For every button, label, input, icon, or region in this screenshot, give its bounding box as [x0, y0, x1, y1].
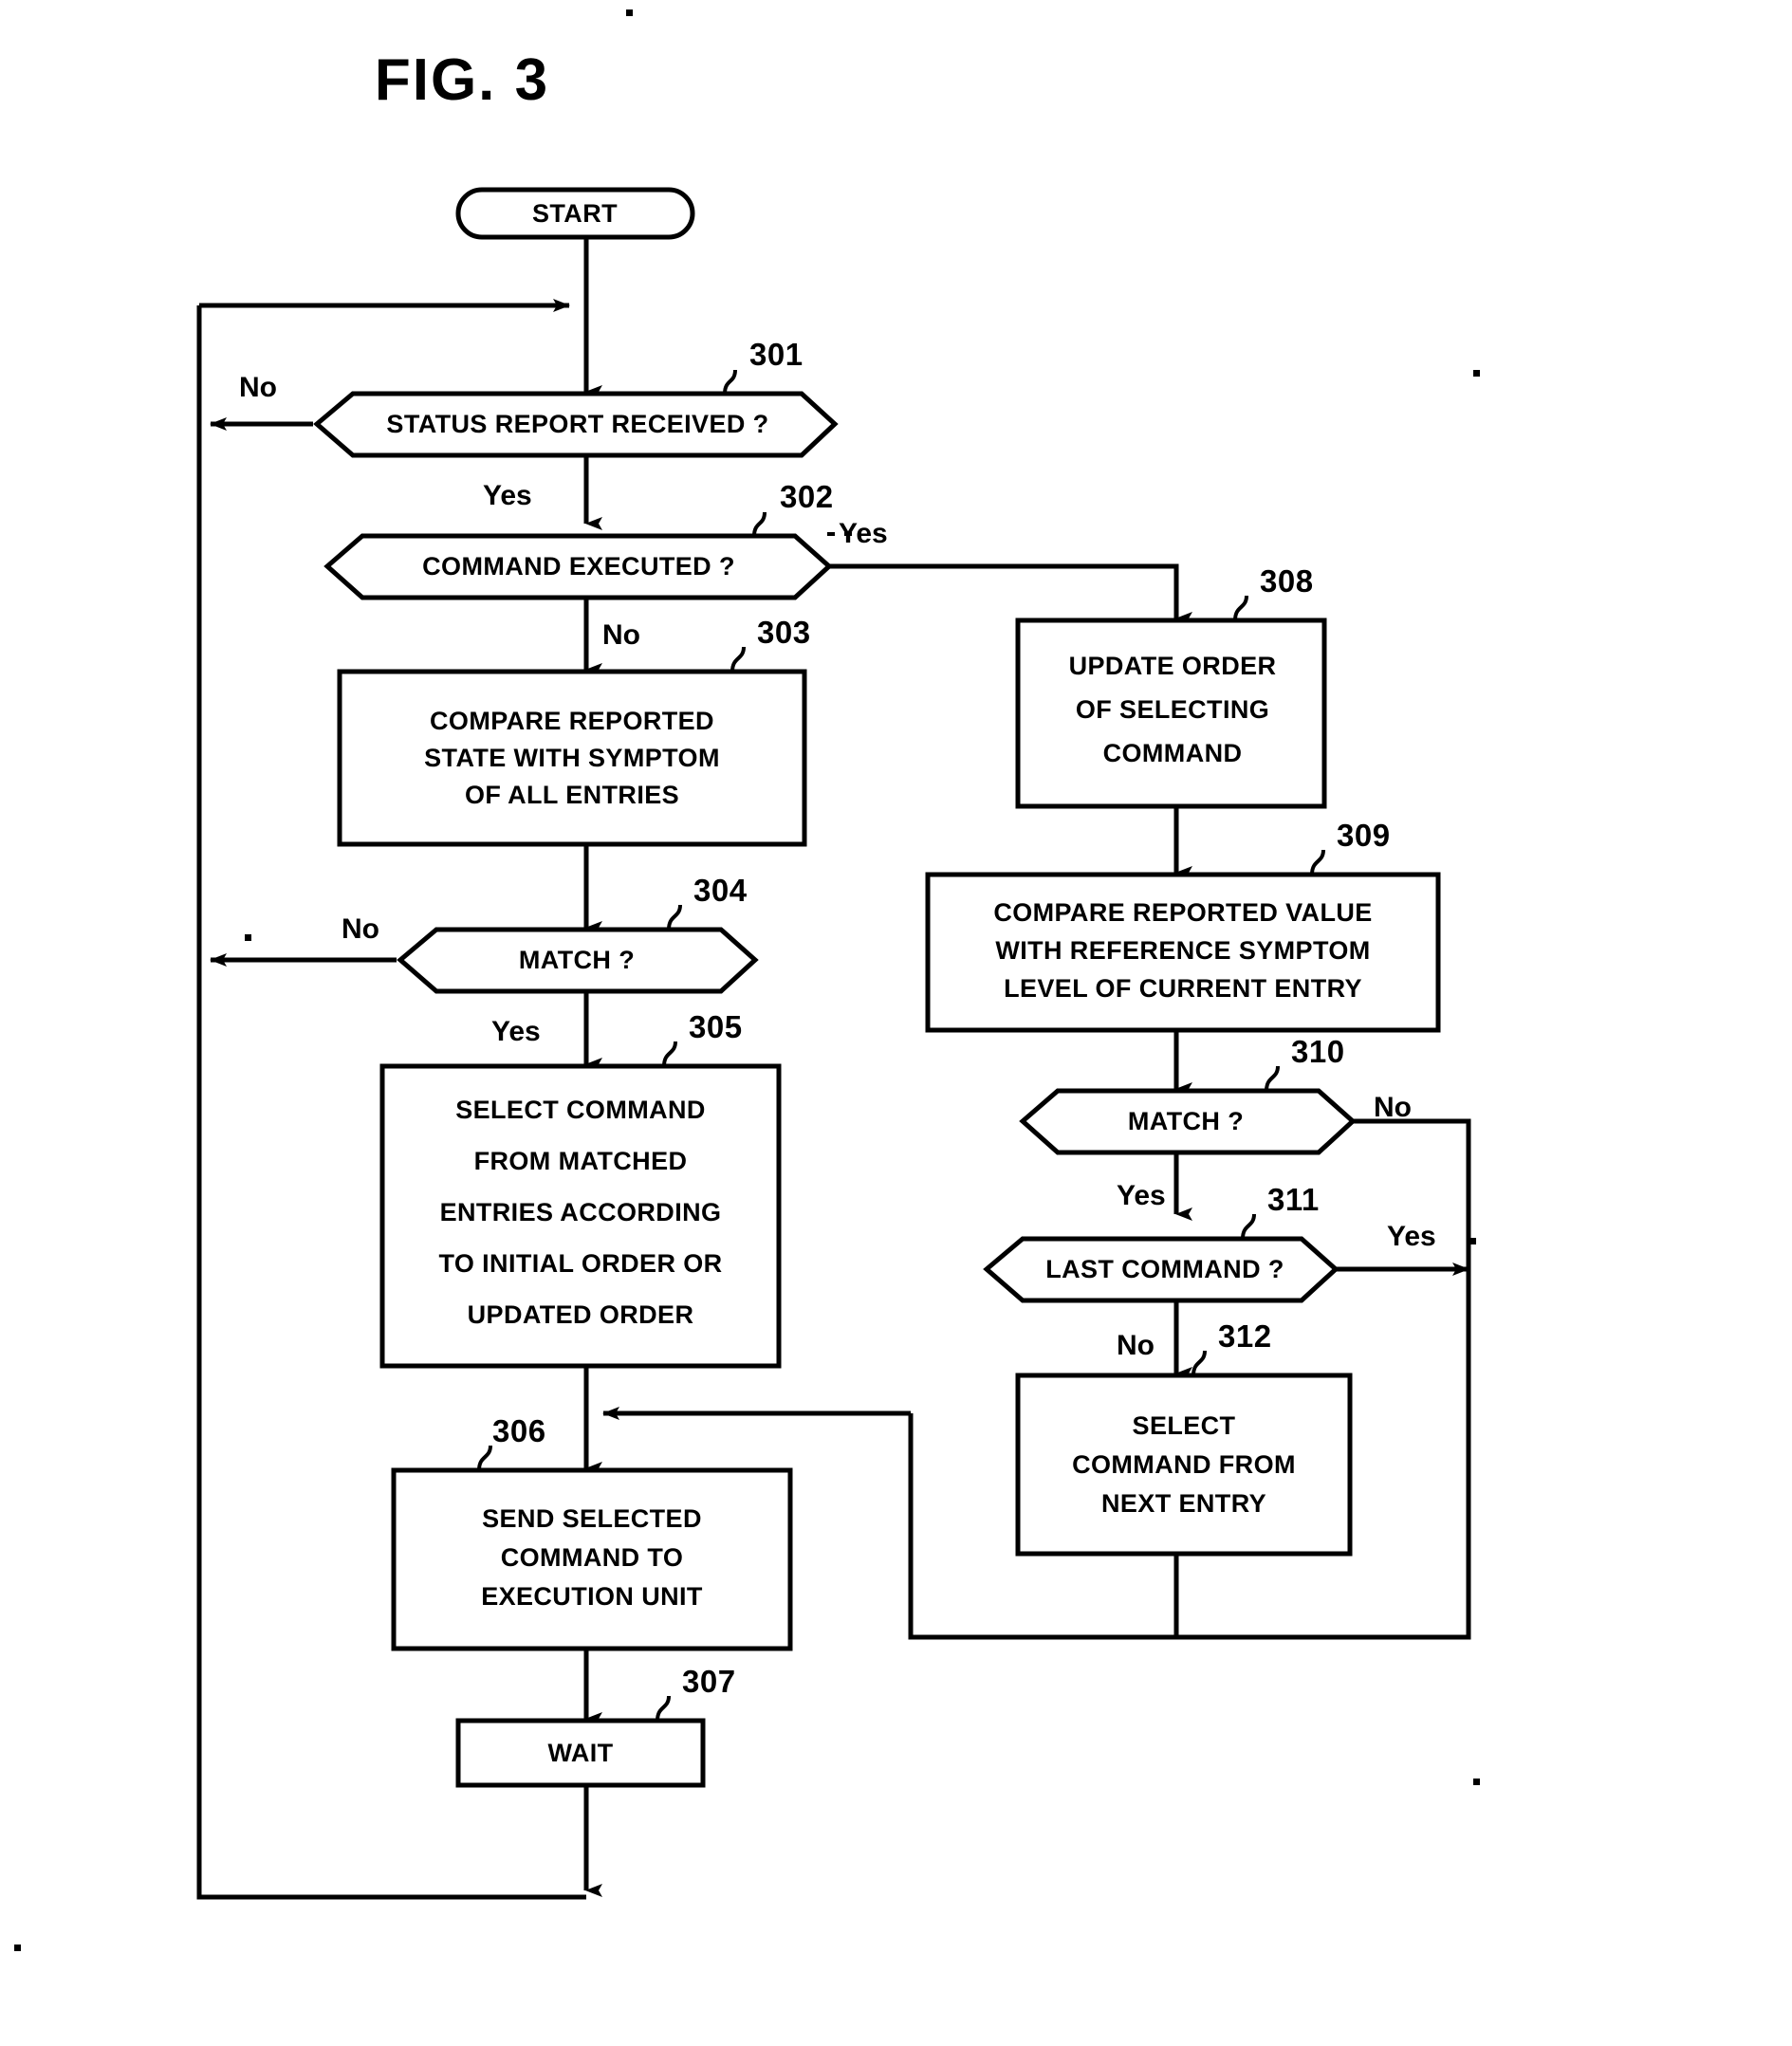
- node-308[interactable]: UPDATE ORDER OF SELECTING COMMAND: [1015, 617, 1327, 809]
- edge-label-304-no: No: [342, 913, 379, 945]
- node-305[interactable]: SELECT COMMAND FROM MATCHED ENTRIES ACCO…: [379, 1063, 782, 1369]
- n307-label: WAIT: [547, 1739, 613, 1767]
- start-label: START: [532, 199, 618, 228]
- n310-label: MATCH ?: [1128, 1107, 1244, 1135]
- n312-line-2: COMMAND FROM: [1072, 1450, 1296, 1479]
- edge-label-301-no: No: [239, 372, 277, 403]
- edge-label-311-yes: Yes: [1387, 1221, 1436, 1252]
- n303-line-1: COMPARE REPORTED: [430, 707, 714, 735]
- n302-label: COMMAND EXECUTED ?: [422, 552, 735, 581]
- node-303[interactable]: COMPARE REPORTED STATE WITH SYMPTOM OF A…: [337, 669, 807, 847]
- figure-title: FIG. 3: [375, 47, 549, 113]
- ref-312: 312: [1218, 1318, 1272, 1354]
- ref-307: 307: [682, 1664, 736, 1699]
- ref-303: 303: [757, 615, 811, 650]
- scan-speck: [626, 9, 633, 16]
- ref-308: 308: [1260, 563, 1314, 599]
- n305-line-5: UPDATED ORDER: [468, 1300, 694, 1329]
- n305-line-1: SELECT COMMAND: [455, 1096, 706, 1124]
- n303-line-2: STATE WITH SYMPTOM: [424, 744, 720, 772]
- scan-speck: [245, 934, 251, 941]
- edge-label-302-yes: Yes: [839, 518, 888, 549]
- ref-310: 310: [1291, 1034, 1345, 1069]
- n309-line-3: LEVEL OF CURRENT ENTRY: [1004, 974, 1362, 1003]
- n309-line-1: COMPARE REPORTED VALUE: [993, 898, 1372, 927]
- ref-305: 305: [689, 1009, 743, 1044]
- node-start[interactable]: START: [455, 187, 695, 240]
- ref-301: 301: [749, 337, 804, 372]
- n306-line-1: SEND SELECTED: [482, 1504, 702, 1533]
- n301-label: STATUS REPORT RECEIVED ?: [386, 410, 768, 438]
- ref-306: 306: [492, 1413, 546, 1448]
- node-304[interactable]: MATCH ?: [397, 927, 759, 994]
- node-312[interactable]: SELECT COMMAND FROM NEXT ENTRY: [1015, 1373, 1353, 1557]
- node-301[interactable]: STATUS REPORT RECEIVED ?: [313, 391, 839, 458]
- n312-line-1: SELECT: [1133, 1411, 1236, 1440]
- scan-speck: [1473, 1779, 1480, 1785]
- n305-line-3: ENTRIES ACCORDING: [440, 1198, 722, 1226]
- node-306[interactable]: SEND SELECTED COMMAND TO EXECUTION UNIT: [391, 1467, 793, 1651]
- n306-line-3: EXECUTION UNIT: [481, 1582, 703, 1611]
- n308-line-1: UPDATE ORDER: [1069, 652, 1277, 680]
- ref-304: 304: [693, 873, 748, 908]
- node-302[interactable]: COMMAND EXECUTED ?: [323, 533, 833, 600]
- n311-label: LAST COMMAND ?: [1045, 1255, 1284, 1283]
- node-307[interactable]: WAIT: [455, 1718, 706, 1788]
- n303-line-3: OF ALL ENTRIES: [465, 781, 679, 809]
- ref-302: 302: [780, 479, 834, 514]
- flowchart-diagram: FIG. 3 START STATUS REPORT RECEIVED ? 30…: [0, 0, 1792, 2046]
- n305-line-4: TO INITIAL ORDER OR: [438, 1249, 722, 1278]
- n308-line-2: OF SELECTING: [1076, 695, 1269, 724]
- n305-line-2: FROM MATCHED: [474, 1147, 688, 1175]
- node-310[interactable]: MATCH ?: [1019, 1088, 1357, 1155]
- n309-line-2: WITH REFERENCE SYMPTOM: [995, 936, 1370, 965]
- n308-line-3: COMMAND: [1103, 739, 1243, 767]
- n306-line-2: COMMAND TO: [501, 1543, 684, 1572]
- edge-label-304-yes: Yes: [491, 1016, 541, 1047]
- edge-label-310-yes: Yes: [1117, 1180, 1166, 1211]
- node-311[interactable]: LAST COMMAND ?: [983, 1236, 1339, 1303]
- ref-309: 309: [1337, 818, 1391, 853]
- n312-line-3: NEXT ENTRY: [1101, 1489, 1266, 1518]
- edge-label-310-no: No: [1374, 1092, 1412, 1123]
- node-309[interactable]: COMPARE REPORTED VALUE WITH REFERENCE SY…: [925, 872, 1441, 1033]
- scan-speck: [14, 1945, 21, 1951]
- ref-311: 311: [1267, 1182, 1320, 1217]
- edge-label-302-no: No: [602, 619, 640, 651]
- edge-label-301-yes: Yes: [483, 480, 532, 511]
- edge-label-311-no: No: [1117, 1330, 1155, 1361]
- n304-label: MATCH ?: [519, 946, 635, 974]
- scan-speck: [1473, 370, 1480, 377]
- figure-root: FIG. 3 START STATUS REPORT RECEIVED ? 30…: [0, 0, 1792, 2046]
